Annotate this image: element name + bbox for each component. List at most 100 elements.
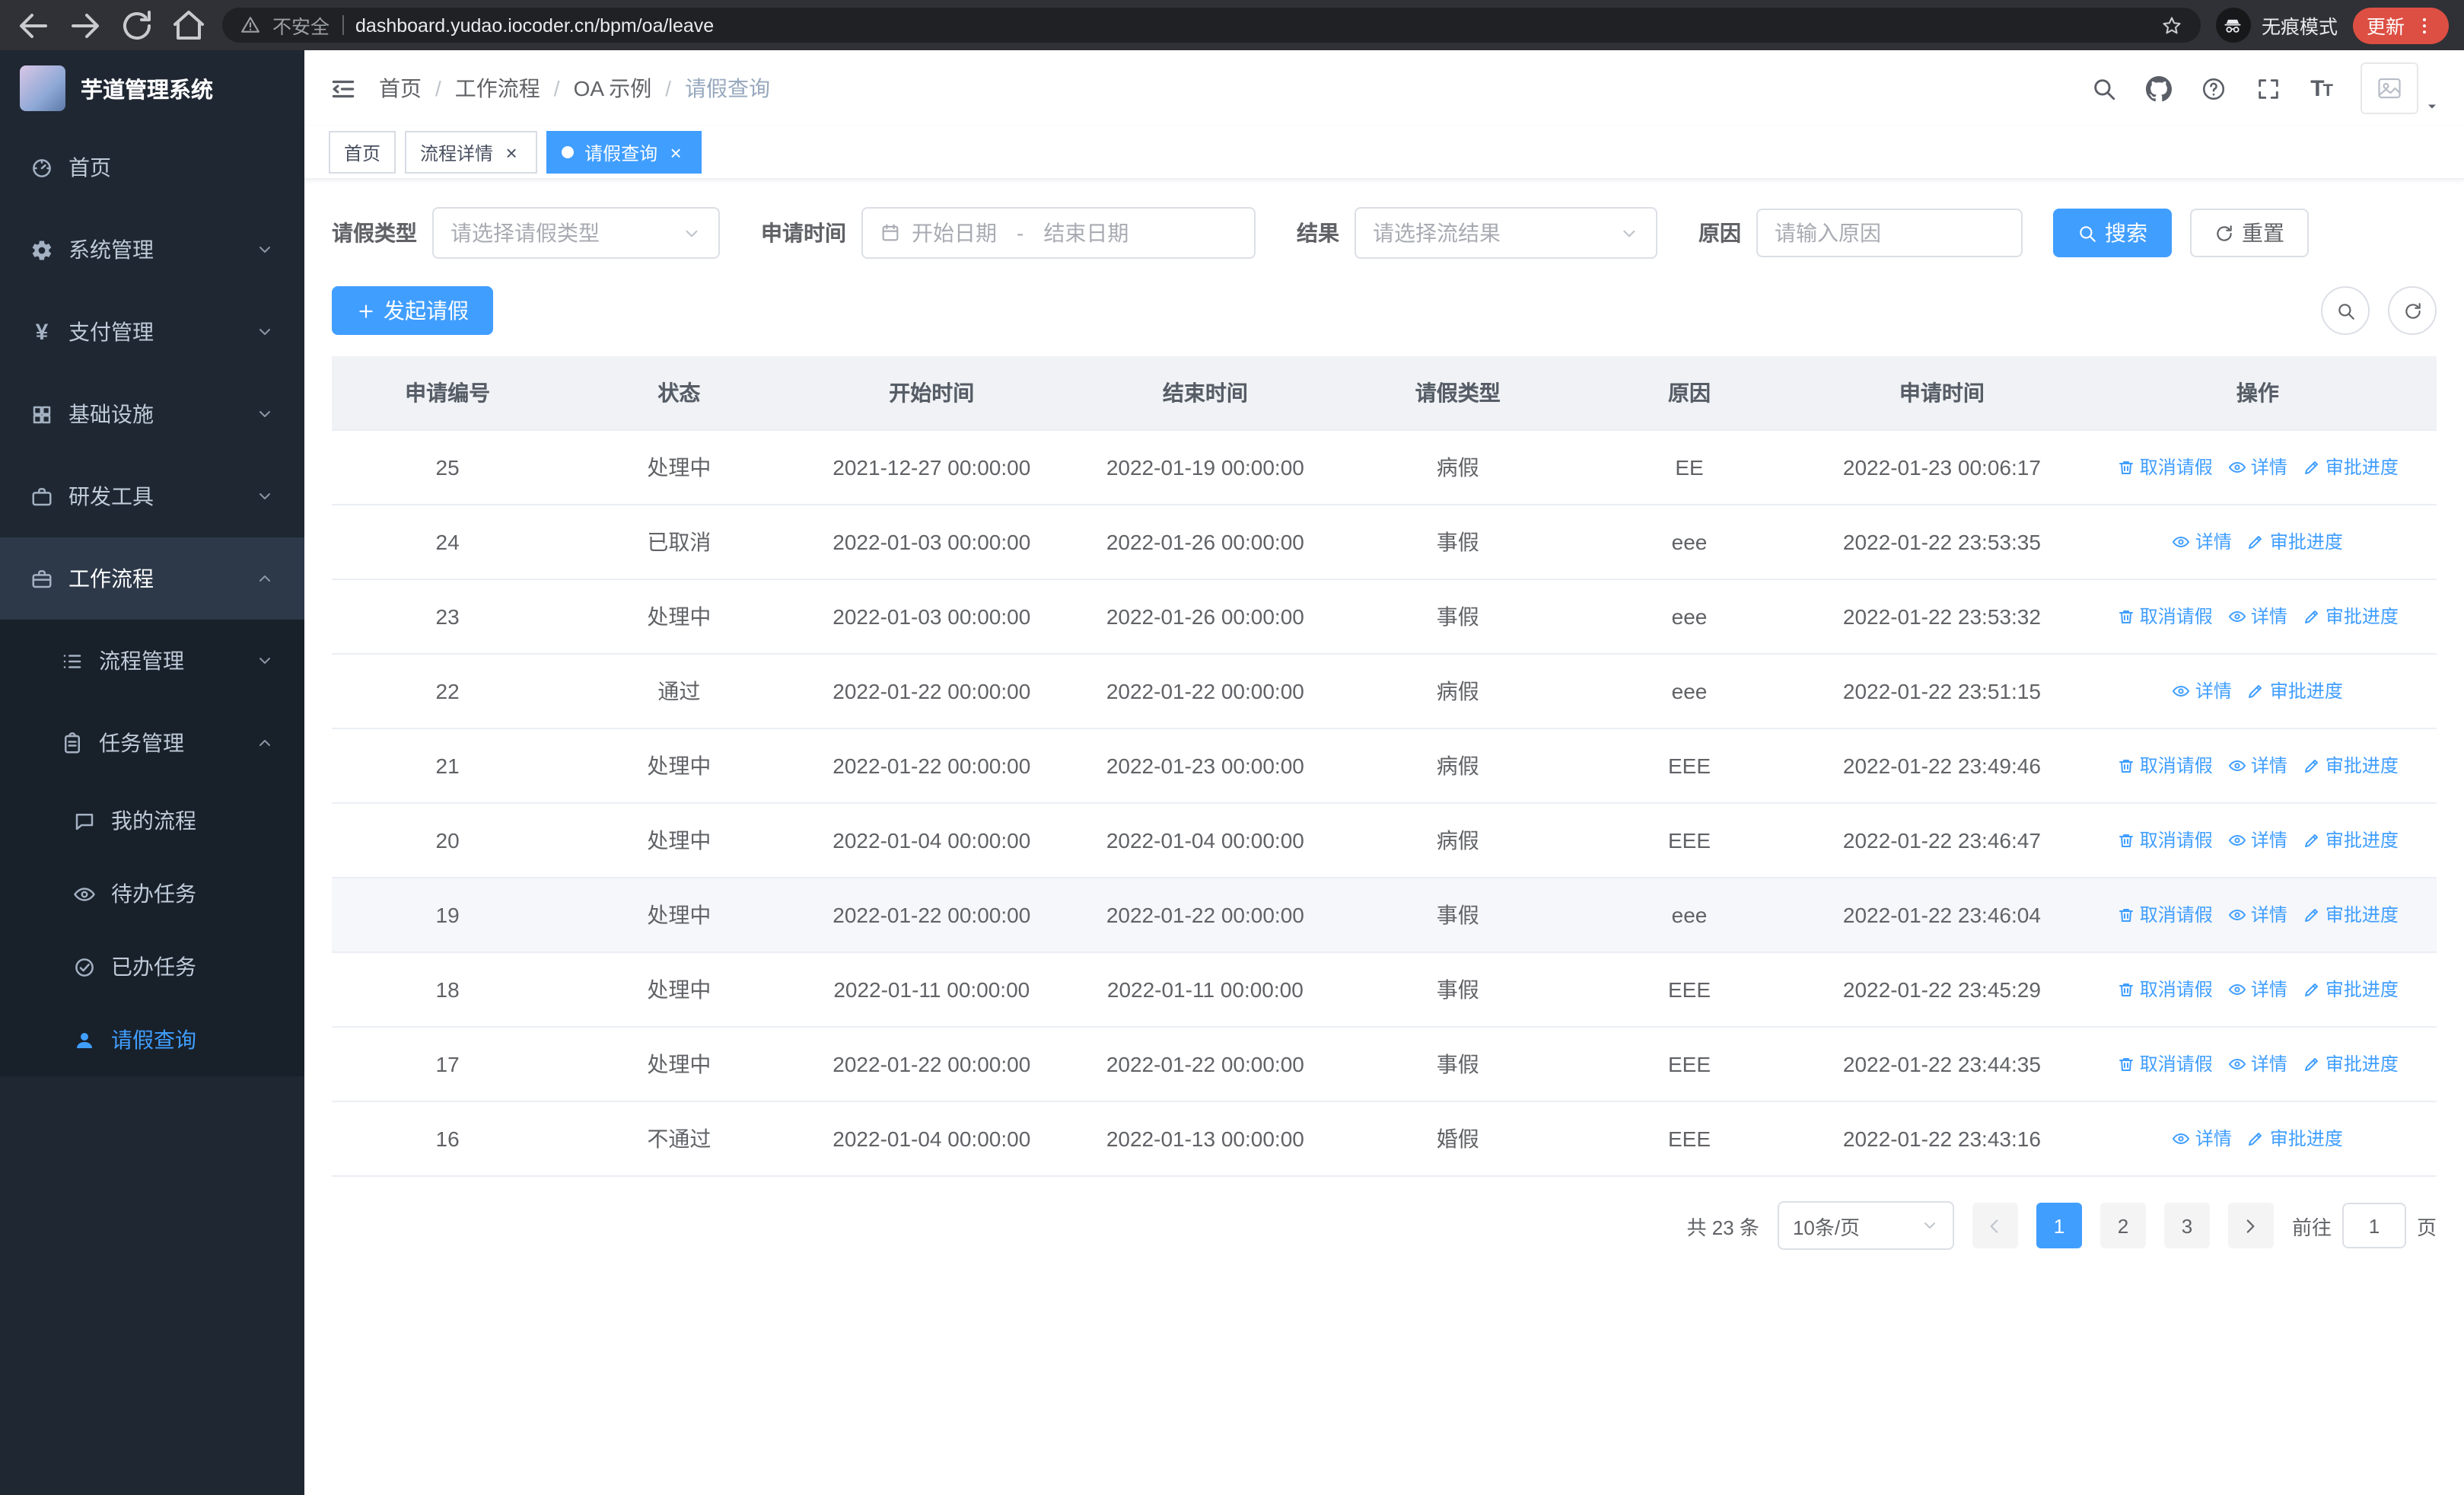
fullscreen-icon[interactable] xyxy=(2255,75,2281,101)
toggle-search-button[interactable] xyxy=(2321,286,2370,335)
action-cancel-link[interactable]: 取消请假 xyxy=(2117,902,2213,928)
action-detail-link[interactable]: 详情 xyxy=(2228,977,2287,1003)
action-detail-link[interactable]: 详情 xyxy=(2173,1126,2232,1152)
pagination-page-3[interactable]: 3 xyxy=(2163,1203,2210,1248)
cell-start-time: 2022-01-22 00:00:00 xyxy=(794,1027,1069,1102)
goto-page-input[interactable] xyxy=(2341,1203,2406,1248)
action-progress-link[interactable]: 审批进度 xyxy=(2303,454,2399,480)
action-detail-link[interactable]: 详情 xyxy=(2173,678,2232,704)
action-detail-link[interactable]: 详情 xyxy=(2173,529,2232,555)
action-cancel-link[interactable]: 取消请假 xyxy=(2117,753,2213,779)
sidebar-item-task-management[interactable]: 任务管理 xyxy=(0,702,304,784)
eye-icon xyxy=(2228,757,2246,775)
sidebar-item-devtools[interactable]: 研发工具 xyxy=(0,455,304,537)
action-progress-link[interactable]: 审批进度 xyxy=(2303,902,2399,928)
sidebar-item-label: 工作流程 xyxy=(68,566,154,591)
breadcrumb-separator: / xyxy=(665,76,672,100)
breadcrumb: 首页 / 工作流程 / OA 示例 / 请假查询 xyxy=(379,73,770,104)
action-progress-link[interactable]: 审批进度 xyxy=(2303,604,2399,630)
sidebar-item-done-tasks[interactable]: 已办任务 xyxy=(0,930,304,1003)
sidebar-item-leave-query[interactable]: 请假查询 xyxy=(0,1003,304,1076)
action-detail-link[interactable]: 详情 xyxy=(2228,827,2287,853)
row-actions: 取消请假 详情 审批进度 xyxy=(2078,728,2437,804)
sidebar-item-label: 待办任务 xyxy=(111,881,196,906)
sidebar-item-infrastructure[interactable]: 基础设施 xyxy=(0,373,304,455)
breadcrumb-home[interactable]: 首页 xyxy=(379,73,422,104)
action-detail-link[interactable]: 详情 xyxy=(2228,753,2287,779)
cell-status: 处理中 xyxy=(563,430,795,505)
tab-process-detail[interactable]: 流程详情 × xyxy=(405,131,538,174)
search-button[interactable]: 搜索 xyxy=(2053,209,2172,257)
incognito-icon xyxy=(2223,14,2244,36)
tab-leave-query[interactable]: 请假查询 × xyxy=(546,131,702,174)
action-progress-link[interactable]: 审批进度 xyxy=(2303,827,2399,853)
browser-update-button[interactable]: 更新 xyxy=(2352,7,2449,43)
action-progress-link[interactable]: 审批进度 xyxy=(2247,678,2343,704)
create-leave-button[interactable]: 发起请假 xyxy=(332,286,493,335)
action-cancel-link[interactable]: 取消请假 xyxy=(2117,827,2213,853)
tab-home[interactable]: 首页 xyxy=(329,131,396,174)
user-avatar[interactable] xyxy=(2361,62,2440,114)
action-cancel-link[interactable]: 取消请假 xyxy=(2117,1051,2213,1077)
action-progress-link[interactable]: 审批进度 xyxy=(2303,1051,2399,1077)
pagination-page-2[interactable]: 2 xyxy=(2099,1203,2146,1248)
pencil-icon xyxy=(2247,1130,2265,1148)
sidebar-item-payment[interactable]: ¥ 支付管理 xyxy=(0,291,304,373)
security-warning-label: 不安全 xyxy=(272,17,330,38)
chevron-down-icon xyxy=(1921,1216,1939,1235)
action-detail-link[interactable]: 详情 xyxy=(2228,902,2287,928)
action-label: 审批进度 xyxy=(2325,606,2399,628)
address-bar[interactable]: 不安全 dashboard.yudao.iocoder.cn/bpm/oa/le… xyxy=(222,8,2201,43)
action-progress-link[interactable]: 审批进度 xyxy=(2303,753,2399,779)
close-icon[interactable]: × xyxy=(501,141,522,164)
action-progress-link[interactable]: 审批进度 xyxy=(2247,1126,2343,1152)
apply-time-range-picker[interactable]: 开始日期 - 结束日期 xyxy=(861,207,1256,259)
font-size-icon[interactable]: TT xyxy=(2310,75,2333,101)
action-cancel-link[interactable]: 取消请假 xyxy=(2117,977,2213,1003)
breadcrumb-workflow[interactable]: 工作流程 xyxy=(455,73,540,104)
refresh-table-button[interactable] xyxy=(2388,286,2437,335)
sidebar-item-todo-tasks[interactable]: 待办任务 xyxy=(0,857,304,930)
list-icon xyxy=(61,649,84,672)
browser-forward-icon[interactable] xyxy=(67,7,103,43)
action-progress-link[interactable]: 审批进度 xyxy=(2247,529,2343,555)
help-icon[interactable] xyxy=(2201,75,2227,101)
sidebar-item-my-processes[interactable]: 我的流程 xyxy=(0,784,304,857)
close-icon[interactable]: × xyxy=(665,141,686,164)
security-warning-icon[interactable] xyxy=(240,15,260,35)
reason-input[interactable] xyxy=(1756,209,2023,257)
pagination-prev-button[interactable] xyxy=(1972,1203,2018,1248)
sidebar-item-process-management[interactable]: 流程管理 xyxy=(0,620,304,702)
leave-type-select[interactable]: 请选择请假类型 xyxy=(432,207,720,259)
leave-table-body: 25 处理中 2021-12-27 00:00:00 2022-01-19 00:00… xyxy=(332,430,2437,1177)
sidebar-item-system[interactable]: 系统管理 xyxy=(0,209,304,291)
pagination-goto: 前往 页 xyxy=(2292,1203,2437,1248)
github-icon[interactable] xyxy=(2146,75,2173,101)
result-select[interactable]: 请选择流结果 xyxy=(1355,207,1657,259)
browser-menu-icon[interactable] xyxy=(2414,14,2435,36)
bookmark-star-icon[interactable] xyxy=(2161,14,2182,36)
action-detail-link[interactable]: 详情 xyxy=(2228,604,2287,630)
select-placeholder: 请选择请假类型 xyxy=(450,221,600,245)
tab-label: 请假查询 xyxy=(584,142,658,164)
reset-button[interactable]: 重置 xyxy=(2190,209,2309,257)
breadcrumb-oa-example[interactable]: OA 示例 xyxy=(574,73,652,104)
cell-start-time: 2022-01-22 00:00:00 xyxy=(794,878,1069,953)
action-cancel-link[interactable]: 取消请假 xyxy=(2117,604,2213,630)
browser-reload-icon[interactable] xyxy=(119,7,155,43)
action-cancel-link[interactable]: 取消请假 xyxy=(2117,454,2213,480)
browser-back-icon[interactable] xyxy=(15,7,52,43)
page-size-select[interactable]: 10条/页 xyxy=(1777,1201,1954,1250)
column-header-type: 请假类型 xyxy=(1342,356,1574,431)
browser-home-icon[interactable] xyxy=(170,7,207,43)
action-detail-link[interactable]: 详情 xyxy=(2228,454,2287,480)
action-progress-link[interactable]: 审批进度 xyxy=(2303,977,2399,1003)
search-icon[interactable] xyxy=(2091,75,2117,101)
update-label: 更新 xyxy=(2366,17,2405,38)
pagination-next-button[interactable] xyxy=(2227,1203,2274,1248)
sidebar-item-home[interactable]: 首页 xyxy=(0,126,304,209)
action-detail-link[interactable]: 详情 xyxy=(2228,1051,2287,1077)
sidebar-item-workflow[interactable]: 工作流程 xyxy=(0,537,304,620)
sidebar-collapse-icon[interactable] xyxy=(329,74,358,103)
pagination-page-1[interactable]: 1 xyxy=(2036,1203,2082,1248)
